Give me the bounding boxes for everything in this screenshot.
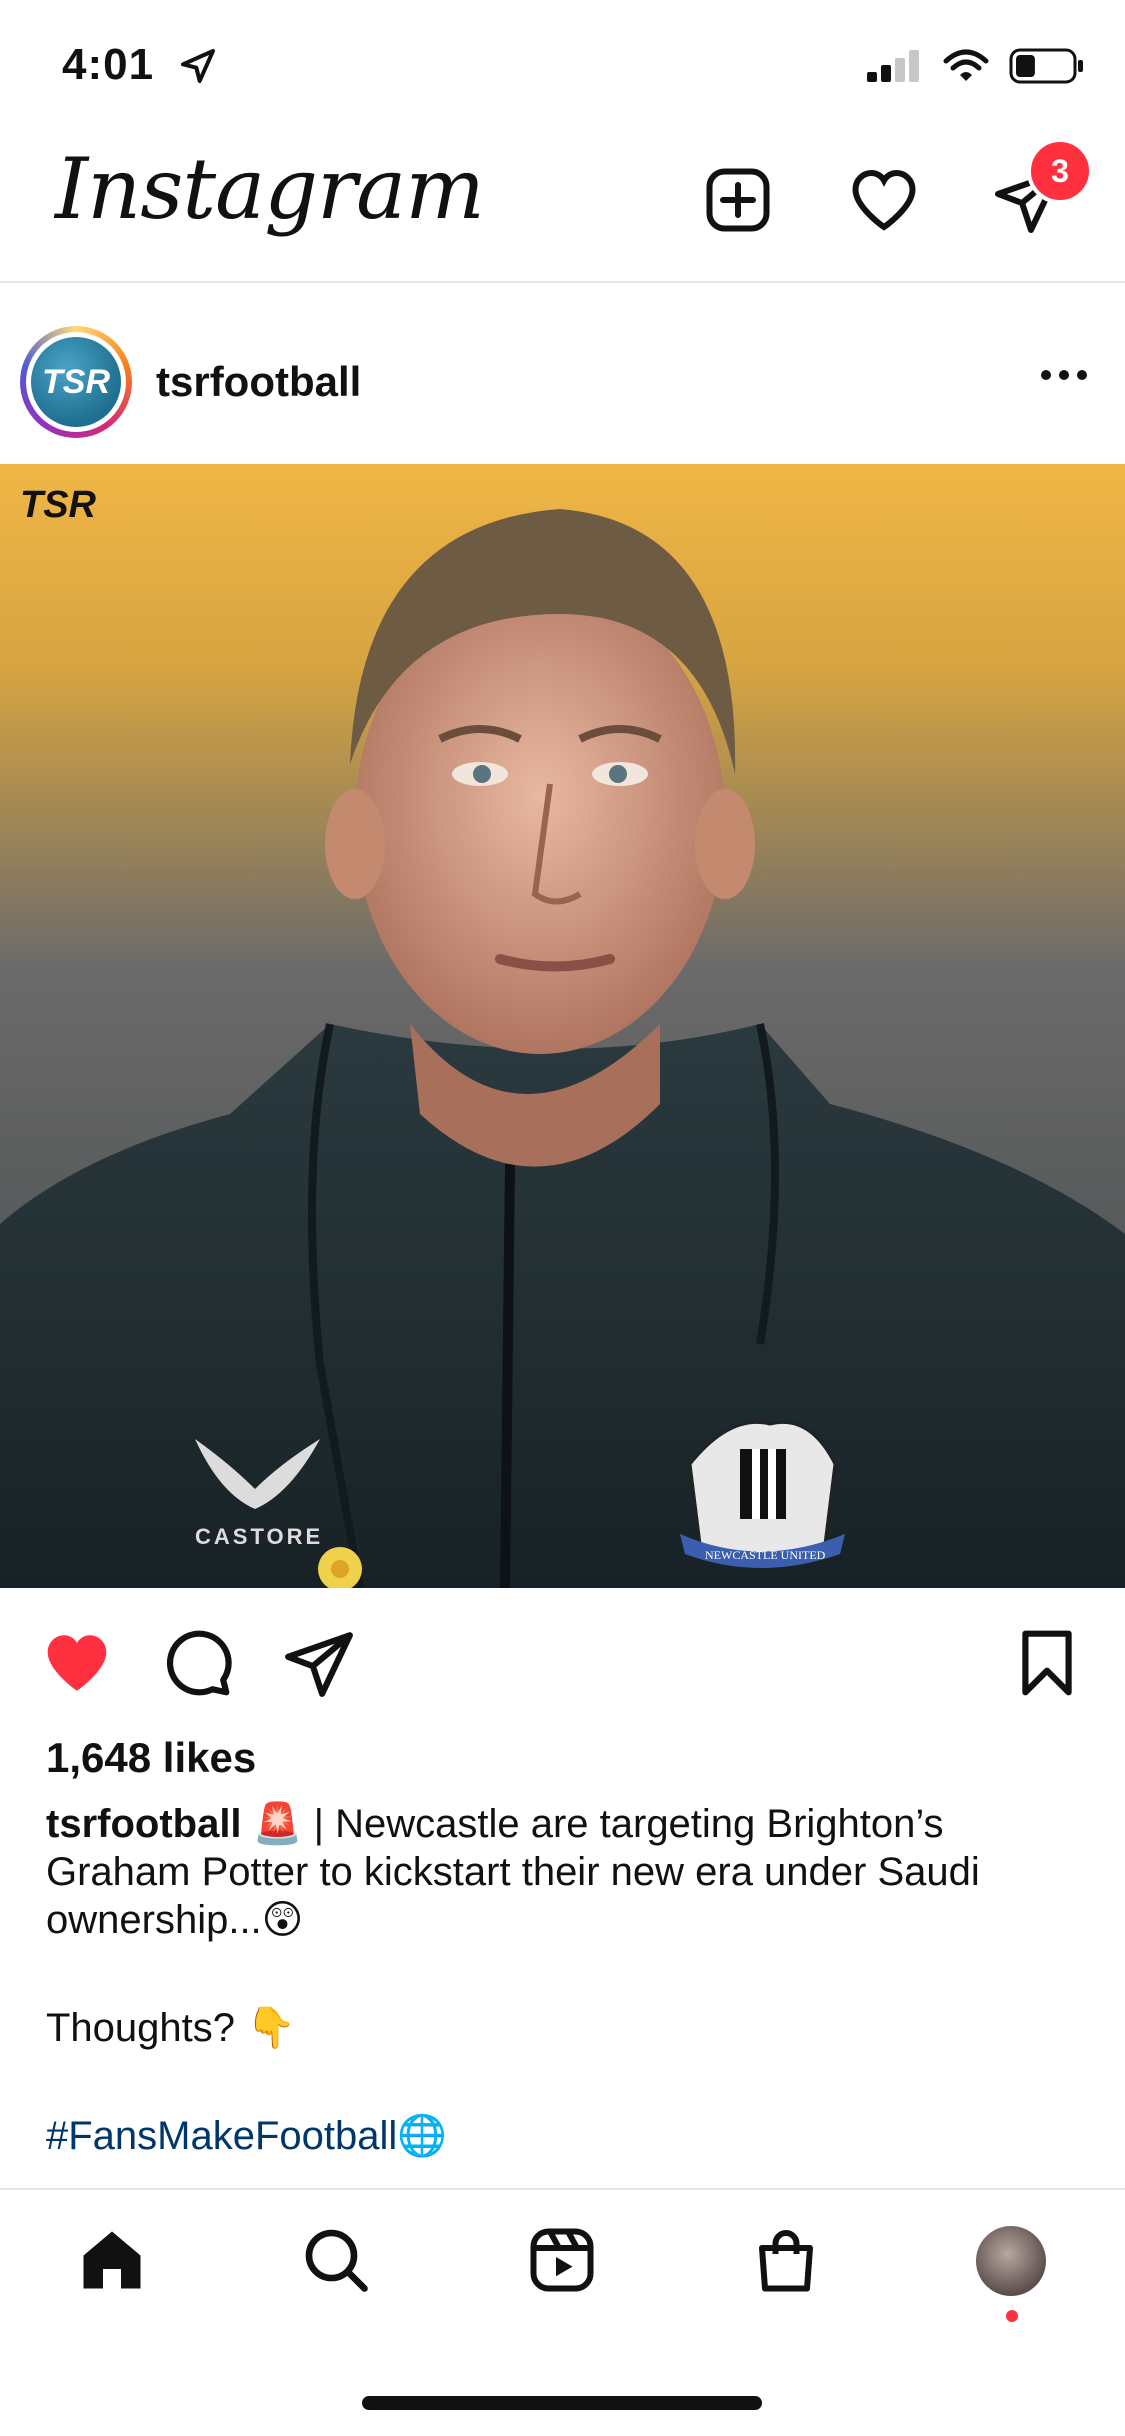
brand-text: CASTORE (195, 1524, 323, 1549)
header-divider (0, 281, 1125, 283)
post-avatar[interactable]: TSR (20, 326, 132, 438)
reels-icon[interactable] (526, 2224, 598, 2296)
post-username[interactable]: tsrfootball (156, 358, 361, 406)
cellular-signal-icon (867, 50, 919, 82)
messages-badge: 3 (1027, 138, 1093, 204)
tsr-watermark: TSR (20, 484, 96, 526)
home-icon[interactable] (76, 2224, 148, 2296)
liked-heart-icon[interactable] (40, 1626, 114, 1700)
caption-hashtag[interactable]: #FansMakeFootball🌐 (46, 2112, 1086, 2160)
save-bookmark-icon[interactable] (1010, 1626, 1084, 1700)
comment-icon[interactable] (160, 1626, 234, 1700)
shop-icon[interactable] (750, 2224, 822, 2296)
caption-question: Thoughts? 👇 (46, 2006, 296, 2050)
status-time: 4:01 (62, 40, 155, 89)
wifi-icon (943, 49, 989, 81)
avatar-logo: TSR (31, 337, 121, 427)
instagram-logo[interactable]: Instagram (55, 140, 485, 238)
status-indicators (867, 48, 1085, 84)
notification-dot (1006, 2310, 1018, 2322)
post-caption: tsrfootball 🚨 | Newcastle are targeting … (46, 1800, 1086, 2160)
photo-illustration: CASTORE NEWCASTLE UNITED (0, 509, 1125, 1588)
more-options-icon[interactable] (1041, 370, 1087, 380)
add-post-icon[interactable] (702, 164, 774, 236)
heart-icon[interactable] (848, 164, 920, 236)
likes-count[interactable]: 1,648 likes (46, 1734, 256, 1782)
profile-avatar[interactable] (976, 2226, 1046, 2296)
battery-icon (1009, 48, 1083, 84)
bottom-nav-divider (0, 2188, 1125, 2190)
crest-text: NEWCASTLE UNITED (705, 1548, 826, 1562)
caption-author[interactable]: tsrfootball (46, 1802, 242, 1846)
search-icon[interactable] (300, 2224, 372, 2296)
location-arrow-icon (181, 49, 215, 83)
home-indicator[interactable] (362, 2396, 762, 2410)
share-icon[interactable] (282, 1626, 356, 1700)
post-image[interactable]: CASTORE NEWCASTLE UNITED TSR (0, 464, 1125, 1588)
